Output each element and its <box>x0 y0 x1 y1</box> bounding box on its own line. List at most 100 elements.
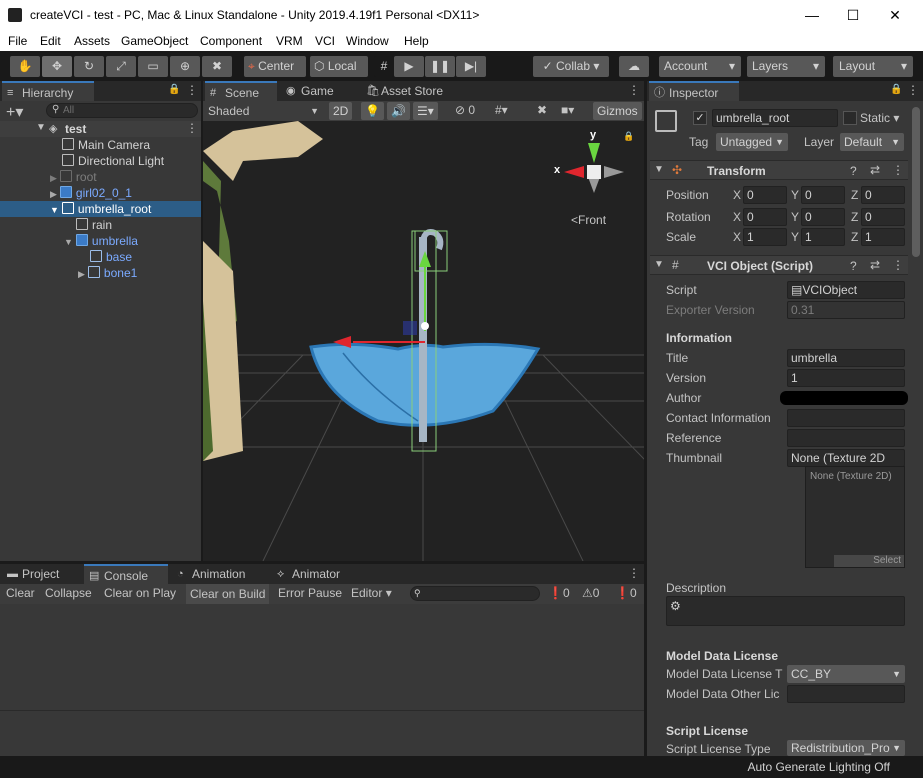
tag-dropdown[interactable]: Untagged ▼ <box>716 133 788 151</box>
hierarchy-item-girl[interactable]: ▶ girl02_0_1 <box>50 185 132 201</box>
rotation-y-field[interactable]: 0 <box>801 208 845 226</box>
panel-menu-icon[interactable]: ⋮ <box>628 566 640 580</box>
menu-vci[interactable]: VCI <box>315 34 335 48</box>
view-direction-label[interactable]: <Front <box>571 213 606 227</box>
scene-viewport[interactable]: y x 🔒 <Front <box>203 121 644 561</box>
model-license-dropdown[interactable]: CC_BY ▼ <box>787 665 905 683</box>
tab-inspector[interactable]: ⓘ Inspector <box>649 81 739 101</box>
tab-scene[interactable]: # Scene <box>205 81 277 101</box>
rect-tool-icon[interactable]: ▭ <box>138 56 168 77</box>
tab-asset-store[interactable]: 🛍 Asset Store <box>361 81 457 101</box>
menu-assets[interactable]: Assets <box>74 34 110 48</box>
tab-game[interactable]: ◉ Game <box>281 81 357 101</box>
menu-gameobject[interactable]: GameObject <box>121 34 188 48</box>
inspector-scrollbar[interactable] <box>911 101 921 756</box>
transform-tool-icon[interactable]: ⊕ <box>170 56 200 77</box>
position-y-field[interactable]: 0 <box>801 186 845 204</box>
contact-field[interactable] <box>787 409 905 427</box>
hierarchy-item-bone1[interactable]: ▶ bone1 <box>78 265 137 281</box>
scene-header[interactable]: ▼ ◈ test ⋮ <box>0 121 201 137</box>
scene-menu-icon[interactable]: ⋮ <box>186 121 198 135</box>
error-pause-button[interactable]: Error Pause <box>278 586 342 600</box>
rotation-x-field[interactable]: 0 <box>743 208 787 226</box>
hierarchy-item-directional-light[interactable]: Directional Light <box>62 153 164 169</box>
menu-help[interactable]: Help <box>404 34 429 48</box>
menu-vrm[interactable]: VRM <box>276 34 303 48</box>
menu-window[interactable]: Window <box>346 34 389 48</box>
tab-hierarchy[interactable]: ≡ Hierarchy <box>2 81 94 101</box>
audio-toggle-icon[interactable]: 🔊 <box>387 102 410 120</box>
hierarchy-item-root[interactable]: ▶ root <box>50 169 97 185</box>
version-field[interactable]: 1 <box>787 369 905 387</box>
active-checkbox[interactable]: ✓ <box>693 111 707 125</box>
pause-button[interactable]: ❚❚ <box>425 56 455 77</box>
lock-icon[interactable]: 🔒 <box>168 84 180 95</box>
component-menu-icon[interactable]: ⋮ <box>892 258 904 272</box>
hand-tool-icon[interactable]: ✋ <box>10 56 40 77</box>
scrollbar-thumb[interactable] <box>912 107 920 257</box>
tab-project[interactable]: ▬ Project <box>2 564 82 584</box>
preset-icon[interactable]: ⇄ <box>870 163 880 177</box>
cloud-icon[interactable]: ☁ <box>619 56 649 77</box>
help-icon[interactable]: ? <box>850 164 857 178</box>
thumbnail-preview-box[interactable]: None (Texture 2D) Select <box>805 466 905 568</box>
lock-icon[interactable]: 🔒 <box>890 84 902 95</box>
panel-menu-icon[interactable]: ⋮ <box>628 83 640 97</box>
thumbnail-field[interactable]: None (Texture 2D <box>787 449 905 467</box>
move-tool-icon[interactable]: ✥ <box>42 56 72 77</box>
select-button[interactable]: Select <box>834 555 904 567</box>
menu-edit[interactable]: Edit <box>40 34 61 48</box>
component-menu-icon[interactable]: ⋮ <box>892 163 904 177</box>
panel-menu-icon[interactable]: ⋮ <box>907 83 919 97</box>
grid-toggle-icon[interactable]: #▾ <box>495 103 508 117</box>
grid-snap-icon[interactable]: # <box>374 56 394 77</box>
layers-dropdown[interactable]: Layers ▾ <box>747 56 825 77</box>
console-detail-area[interactable] <box>0 710 644 756</box>
script-license-dropdown[interactable]: Redistribution_Pro ▼ <box>787 740 905 756</box>
hierarchy-item-main-camera[interactable]: Main Camera <box>62 137 150 153</box>
scale-tool-icon[interactable]: ⤢ <box>106 56 136 77</box>
vci-object-header[interactable]: ▼ # VCI Object (Script) ? ⇄ ⋮ <box>650 255 908 275</box>
tab-console[interactable]: ▤ Console <box>84 564 168 584</box>
pivot-local-button[interactable]: ⬡ Local <box>310 56 368 77</box>
tab-animation[interactable]: ◔ Animation <box>172 564 270 584</box>
maximize-button[interactable]: ☐ <box>838 5 868 25</box>
console-log-area[interactable] <box>0 604 644 710</box>
collapse-button[interactable]: Collapse <box>45 586 92 600</box>
scale-x-field[interactable]: 1 <box>743 228 787 246</box>
info-count[interactable]: ❗0 <box>548 586 570 600</box>
position-z-field[interactable]: 0 <box>861 186 905 204</box>
play-button[interactable]: ▶ <box>394 56 424 77</box>
static-checkbox[interactable] <box>843 111 857 125</box>
transform-header[interactable]: ▼ ✣ Transform ? ⇄ ⋮ <box>650 160 908 180</box>
editor-dropdown[interactable]: Editor ▾ <box>351 586 392 600</box>
rotation-z-field[interactable]: 0 <box>861 208 905 226</box>
clear-on-build-button[interactable]: Clear on Build <box>186 584 270 604</box>
clear-on-play-button[interactable]: Clear on Play <box>104 586 176 600</box>
hierarchy-item-umbrella-root[interactable]: ▼ umbrella_root <box>50 201 151 217</box>
minimize-button[interactable]: — <box>797 5 827 25</box>
custom-tool-icon[interactable]: ✖ <box>202 56 232 77</box>
account-dropdown[interactable]: Account ▾ <box>659 56 741 77</box>
error-count[interactable]: ❗0 <box>615 586 637 600</box>
camera-dropdown-icon[interactable]: ■▾ <box>561 103 574 117</box>
effects-toggle-icon[interactable]: ☰▾ <box>413 102 438 120</box>
console-search-input[interactable]: ⚲ <box>410 586 540 601</box>
hierarchy-item-base[interactable]: base <box>90 249 132 265</box>
step-button[interactable]: ▶| <box>456 56 486 77</box>
lighting-toggle-icon[interactable]: 💡 <box>361 102 384 120</box>
object-name-field[interactable]: umbrella_root <box>712 109 838 127</box>
author-field[interactable] <box>780 391 908 405</box>
pivot-center-button[interactable]: ⌖ Center <box>244 56 306 77</box>
clear-button[interactable]: Clear <box>6 586 35 600</box>
collab-button[interactable]: ✓ Collab ▾ <box>533 56 609 77</box>
gizmos-button[interactable]: Gizmos <box>593 102 642 120</box>
script-field[interactable]: ▤VCIObject <box>787 281 905 299</box>
reference-field[interactable] <box>787 429 905 447</box>
position-x-field[interactable]: 0 <box>743 186 787 204</box>
lighting-status[interactable]: Auto Generate Lighting Off <box>747 760 890 774</box>
layer-dropdown[interactable]: Default ▼ <box>840 133 904 151</box>
hierarchy-item-rain[interactable]: rain <box>76 217 112 233</box>
menu-file[interactable]: File <box>8 34 27 48</box>
static-label[interactable]: Static ▾ <box>860 111 899 125</box>
